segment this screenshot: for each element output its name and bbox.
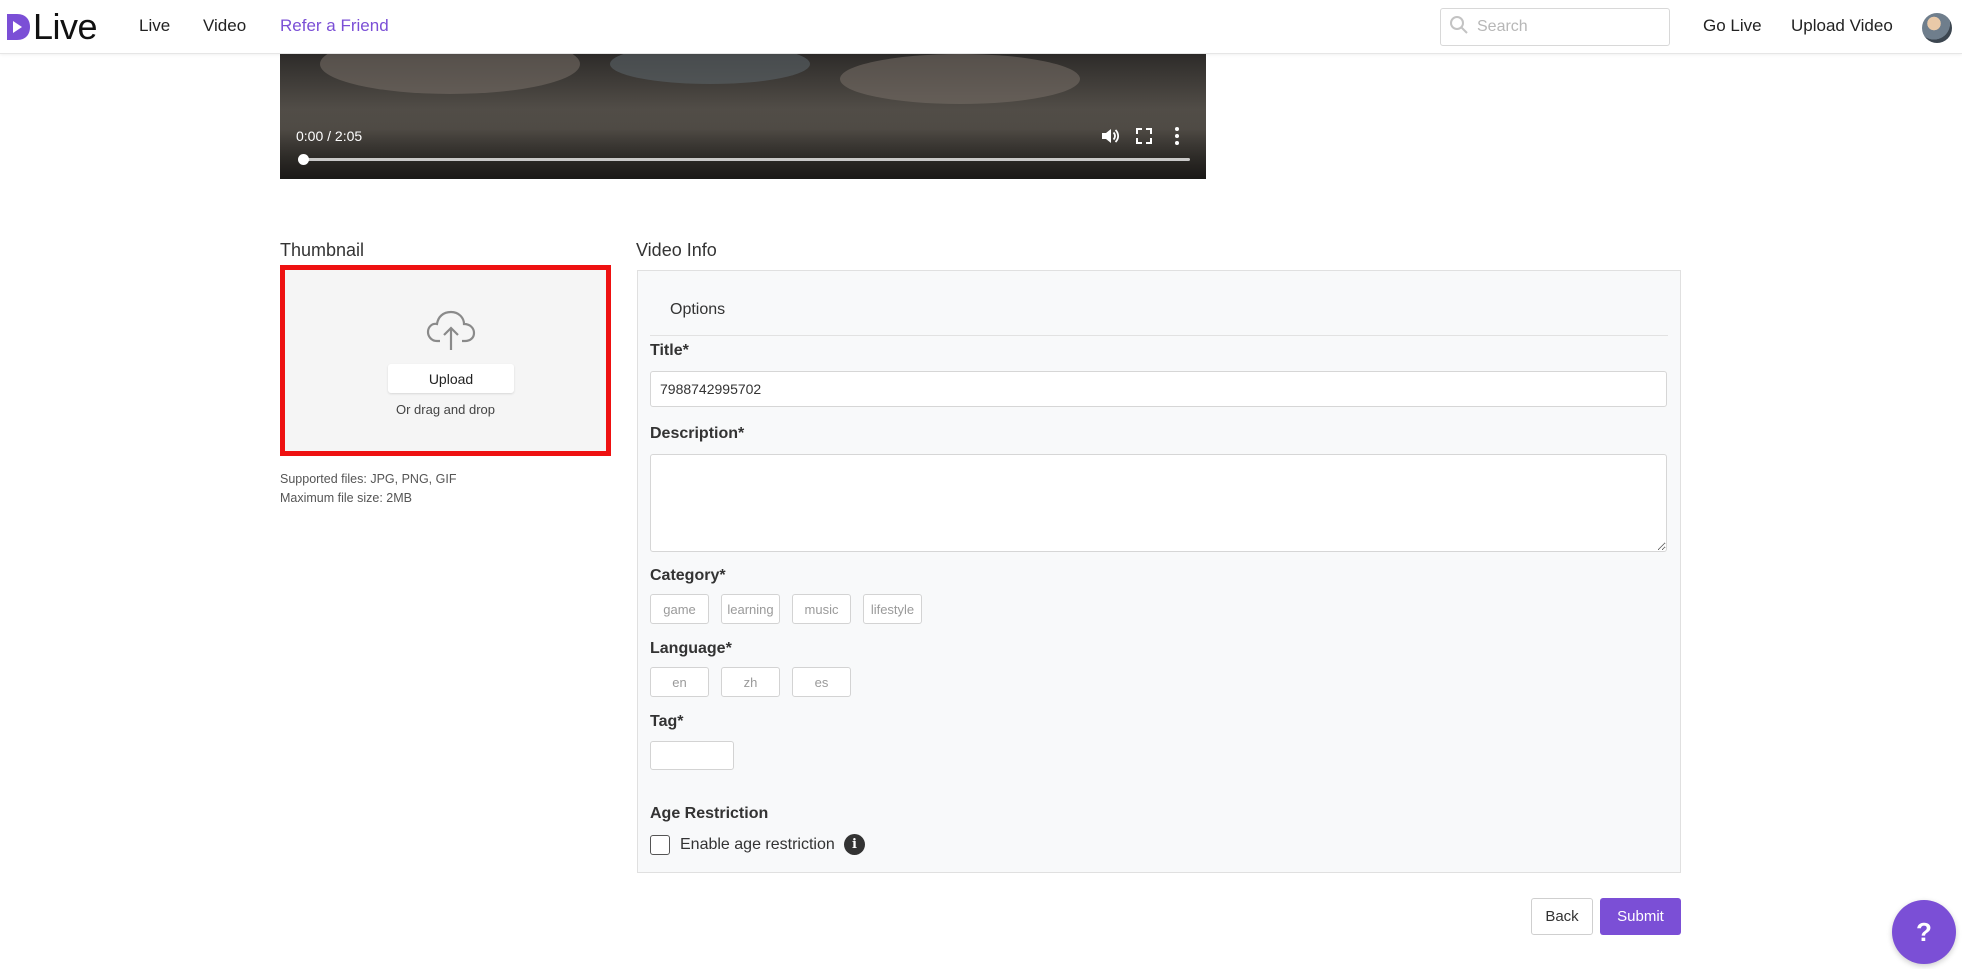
thumbnail-upload-button[interactable]: Upload [388, 364, 514, 393]
volume-icon[interactable] [1099, 125, 1121, 147]
nav-live[interactable]: Live [139, 15, 170, 37]
supported-files-text: Supported files: JPG, PNG, GIF [280, 472, 457, 486]
video-frame-detail [320, 54, 580, 94]
category-chip-learning[interactable]: learning [721, 594, 780, 624]
category-chip-music[interactable]: music [792, 594, 851, 624]
category-label: Category* [650, 567, 726, 584]
help-button[interactable]: ? [1892, 900, 1956, 964]
category-chip-game[interactable]: game [650, 594, 709, 624]
thumbnail-heading: Thumbnail [280, 240, 365, 260]
age-restriction-checkbox[interactable] [650, 835, 670, 855]
search-box[interactable] [1440, 8, 1670, 46]
search-icon [1449, 15, 1469, 40]
user-avatar[interactable] [1922, 13, 1952, 43]
video-frame-detail [610, 54, 810, 84]
age-restriction-heading: Age Restriction [650, 805, 769, 822]
nav-refer-a-friend[interactable]: Refer a Friend [280, 15, 389, 37]
search-input[interactable] [1477, 18, 1657, 36]
thumbnail-requirements: Supported files: JPG, PNG, GIF Maximum f… [280, 470, 456, 508]
drag-drop-hint: Or drag and drop [395, 402, 495, 417]
go-live-link[interactable]: Go Live [1703, 15, 1762, 37]
fullscreen-icon[interactable] [1133, 125, 1155, 147]
language-chip-en[interactable]: en [650, 667, 709, 697]
title-label: Title* [650, 342, 689, 359]
age-restriction-label[interactable]: Enable age restriction [680, 835, 835, 855]
cloud-upload-icon [425, 308, 477, 352]
tab-options[interactable]: Options [670, 301, 725, 319]
upload-video-link[interactable]: Upload Video [1791, 15, 1893, 37]
language-chip-zh[interactable]: zh [721, 667, 780, 697]
thumbnail-dropzone[interactable]: Upload Or drag and drop [280, 265, 611, 456]
dlive-logo[interactable]: Live [5, 6, 98, 47]
video-frame-detail [840, 54, 1080, 104]
title-input[interactable] [650, 371, 1667, 407]
video-info-panel: Options Title* Description* Category* ga… [637, 270, 1681, 873]
tab-divider [650, 335, 1668, 336]
dlive-logo-icon [5, 12, 31, 42]
max-file-size-text: Maximum file size: 2MB [280, 491, 412, 505]
video-controls-overlay [280, 109, 1206, 179]
tag-input[interactable] [650, 741, 734, 770]
top-nav: Live Live Video Refer a Friend Go Live U… [0, 0, 1962, 54]
logo-text: Live [33, 6, 98, 47]
video-time: 0:00 / 2:05 [296, 128, 363, 144]
submit-button[interactable]: Submit [1600, 898, 1681, 935]
info-icon[interactable]: i [844, 834, 865, 855]
back-button[interactable]: Back [1531, 898, 1593, 935]
video-progress-bar[interactable] [302, 158, 1190, 161]
description-label: Description* [650, 425, 745, 442]
tag-label: Tag* [650, 713, 684, 730]
nav-video[interactable]: Video [203, 15, 246, 37]
language-chip-es[interactable]: es [792, 667, 851, 697]
more-options-icon[interactable] [1166, 125, 1188, 147]
category-chip-lifestyle[interactable]: lifestyle [863, 594, 922, 624]
video-scrubber[interactable] [298, 154, 309, 165]
description-input[interactable] [650, 454, 1667, 552]
video-player[interactable]: 0:00 / 2:05 [280, 54, 1206, 179]
language-label: Language* [650, 640, 732, 657]
video-info-heading: Video Info [636, 240, 717, 260]
